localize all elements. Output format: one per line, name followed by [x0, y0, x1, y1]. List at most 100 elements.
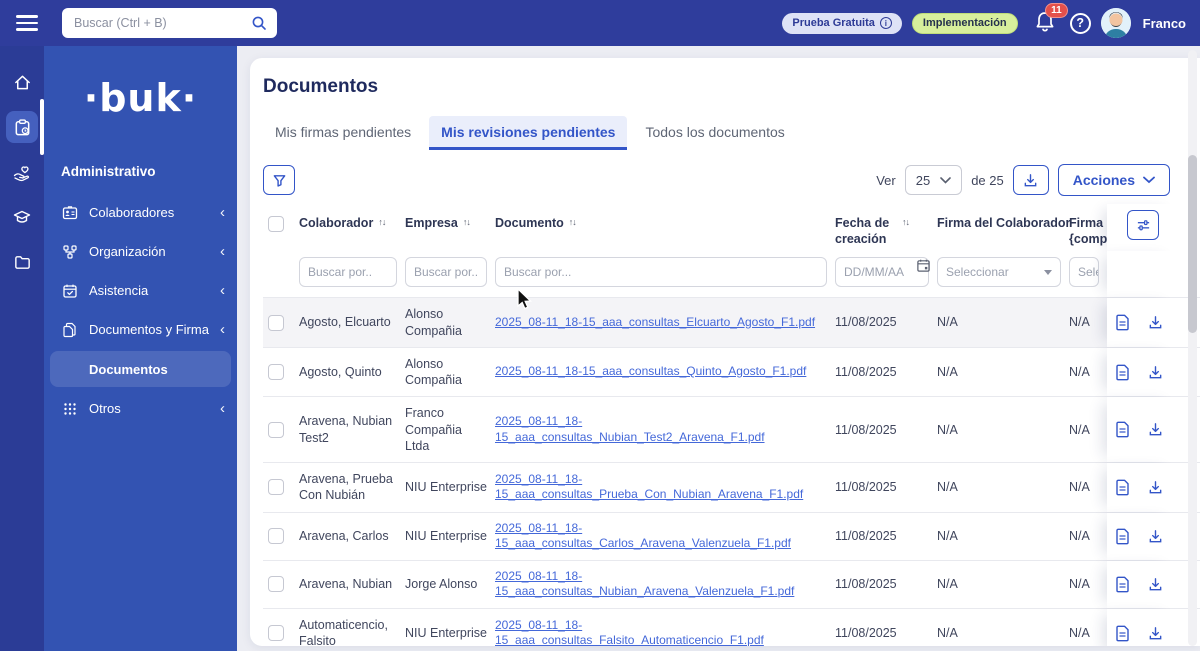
document-link[interactable]: 2025_08-11_18-15_aaa_consultas_Quinto_Ag…	[495, 364, 827, 380]
sliders-icon	[1137, 219, 1149, 230]
sort-icon[interactable]: ↑↓	[378, 217, 386, 228]
col-header-documento[interactable]: Documento ↑↓	[495, 204, 835, 251]
cell-firma-colaborador: N/A	[937, 397, 1069, 462]
sidebar-item-asistencia[interactable]: Asistencia ‹	[44, 271, 237, 310]
filter-fecha-input[interactable]	[835, 257, 929, 288]
row-checkbox[interactable]	[268, 528, 284, 545]
col-header-firma-colaborador[interactable]: Firma del Colaborador	[937, 204, 1070, 251]
notifications-button[interactable]: 11	[1034, 3, 1068, 36]
rail-home-icon[interactable]	[6, 66, 38, 98]
download-document-icon[interactable]	[1148, 480, 1163, 495]
table-row: Automaticencio, Falsito NIU Enterprise 2…	[263, 607, 1200, 646]
row-checkbox[interactable]	[268, 576, 284, 593]
user-name[interactable]: Franco	[1143, 16, 1186, 31]
cell-fecha: 11/08/2025	[835, 298, 937, 347]
sidebar-item-colaboradores[interactable]: Colaboradores ‹	[44, 193, 237, 232]
page-size-value: 25	[915, 172, 931, 188]
ver-label: Ver	[876, 172, 896, 188]
tabs: Mis firmas pendientes Mis revisiones pen…	[263, 116, 1200, 150]
filter-firma-comp-select[interactable]: Seleccionar	[1069, 257, 1099, 288]
total-label: de 25	[971, 172, 1004, 188]
download-document-icon[interactable]	[1148, 315, 1163, 330]
document-link[interactable]: 2025_08-11_18-15_aaa_consultas_Prueba_Co…	[495, 472, 827, 503]
avatar[interactable]	[1100, 8, 1131, 38]
sidebar-item-organizacion[interactable]: Organización ‹	[44, 232, 237, 271]
sidebar-item-otros[interactable]: Otros ‹	[44, 389, 237, 428]
cell-fecha: 11/08/2025	[835, 512, 937, 560]
cell-firma-colaborador: N/A	[937, 298, 1069, 347]
cell-fecha: 11/08/2025	[835, 463, 937, 512]
cell-firma-comp: N/A	[1069, 347, 1107, 397]
row-checkbox[interactable]	[268, 479, 284, 496]
view-document-icon[interactable]	[1115, 421, 1130, 438]
view-document-icon[interactable]	[1115, 625, 1130, 642]
download-document-icon[interactable]	[1148, 626, 1163, 641]
hamburger-icon[interactable]	[16, 11, 38, 35]
help-icon[interactable]: ?	[1069, 12, 1091, 34]
export-download-button[interactable]	[1012, 165, 1049, 195]
acciones-button[interactable]: Acciones	[1057, 164, 1170, 196]
actions-column-header	[1107, 204, 1179, 252]
row-checkbox[interactable]	[268, 314, 284, 331]
search-icon[interactable]	[251, 15, 267, 31]
sidebar-subitem-documentos[interactable]: Documentos	[50, 351, 231, 387]
filter-colaborador-input[interactable]	[299, 257, 397, 288]
rail-folder-icon[interactable]	[6, 246, 38, 278]
select-all-checkbox[interactable]	[268, 216, 284, 232]
column-settings-button[interactable]	[1127, 210, 1159, 240]
download-document-icon[interactable]	[1148, 577, 1163, 592]
cell-colaborador: Aravena, Carlos	[299, 512, 405, 560]
download-document-icon[interactable]	[1148, 422, 1163, 437]
row-checkbox[interactable]	[268, 625, 284, 642]
page-size-select[interactable]: 25	[904, 165, 963, 195]
cell-empresa: NIU Enterprise	[405, 608, 495, 646]
search-input[interactable]	[62, 8, 277, 38]
notification-count-badge: 11	[1045, 3, 1068, 18]
row-checkbox[interactable]	[268, 364, 284, 380]
view-document-icon[interactable]	[1115, 576, 1130, 593]
rail-benefits-icon[interactable]	[6, 156, 38, 188]
document-link[interactable]: 2025_08-11_18-15_aaa_consultas_Nubian_Ar…	[495, 569, 827, 600]
document-link[interactable]: 2025_08-11_18-15_aaa_consultas_Nubian_Te…	[495, 414, 827, 445]
col-header-empresa[interactable]: Empresa ↑↓	[405, 204, 495, 251]
vertical-scrollbar[interactable]	[1188, 50, 1197, 646]
col-header-fecha[interactable]: Fecha de creación ↑↓	[835, 204, 937, 251]
rail-training-icon[interactable]	[6, 201, 38, 233]
rail-documents-icon[interactable]	[6, 99, 44, 155]
download-document-icon[interactable]	[1148, 365, 1163, 380]
view-document-icon[interactable]	[1115, 364, 1130, 381]
sort-icon[interactable]: ↑↓	[463, 217, 471, 228]
tab-todos-los-documentos[interactable]: Todos los documentos	[633, 116, 796, 150]
sidebar-item-documentos-y-firma[interactable]: Documentos y Firma ‹	[44, 310, 237, 349]
row-checkbox[interactable]	[268, 421, 284, 438]
sort-icon[interactable]: ↑↓	[902, 217, 910, 228]
tab-mis-firmas-pendientes[interactable]: Mis firmas pendientes	[263, 116, 423, 150]
col-header-firma-comp[interactable]: Firma {comp	[1069, 204, 1107, 251]
org-chart-icon	[61, 244, 78, 260]
table-row: Aravena, Carlos NIU Enterprise 2025_08-1…	[263, 511, 1200, 560]
col-header-colaborador[interactable]: Colaborador ↑↓	[299, 204, 405, 251]
implementation-badge-label: Implementación	[922, 17, 1007, 29]
trial-badge[interactable]: Prueba Gratuita i	[782, 12, 902, 34]
implementation-badge[interactable]: Implementación	[911, 12, 1018, 34]
document-link[interactable]: 2025_08-11_18-15_aaa_consultas_Carlos_Ar…	[495, 521, 827, 552]
filter-firma-colaborador-select[interactable]: Seleccionar	[937, 257, 1061, 288]
sidebar: ·buk· Administrativo Colaboradores ‹ Org…	[44, 46, 237, 651]
download-document-icon[interactable]	[1148, 529, 1163, 544]
filter-button[interactable]	[263, 165, 295, 195]
sort-icon[interactable]: ↑↓	[569, 217, 577, 228]
document-link[interactable]: 2025_08-11_18-15_aaa_consultas_Falsito_A…	[495, 618, 827, 646]
cell-firma-comp: N/A	[1069, 463, 1107, 512]
filter-empresa-input[interactable]	[405, 257, 487, 288]
view-document-icon[interactable]	[1115, 528, 1130, 545]
documents-icon	[61, 322, 78, 338]
tab-mis-revisiones-pendientes[interactable]: Mis revisiones pendientes	[429, 116, 628, 150]
table-filter-row: Seleccionar Seleccionar	[263, 251, 1200, 298]
filter-documento-input[interactable]	[495, 257, 827, 288]
view-document-icon[interactable]	[1115, 314, 1130, 331]
chevron-down-icon	[940, 176, 952, 184]
calendar-icon[interactable]	[916, 258, 931, 273]
view-document-icon[interactable]	[1115, 479, 1130, 496]
document-link[interactable]: 2025_08-11_18-15_aaa_consultas_Elcuarto_…	[495, 315, 827, 331]
table-row: Aravena, Prueba Con Nubián NIU Enterpris…	[263, 462, 1200, 512]
